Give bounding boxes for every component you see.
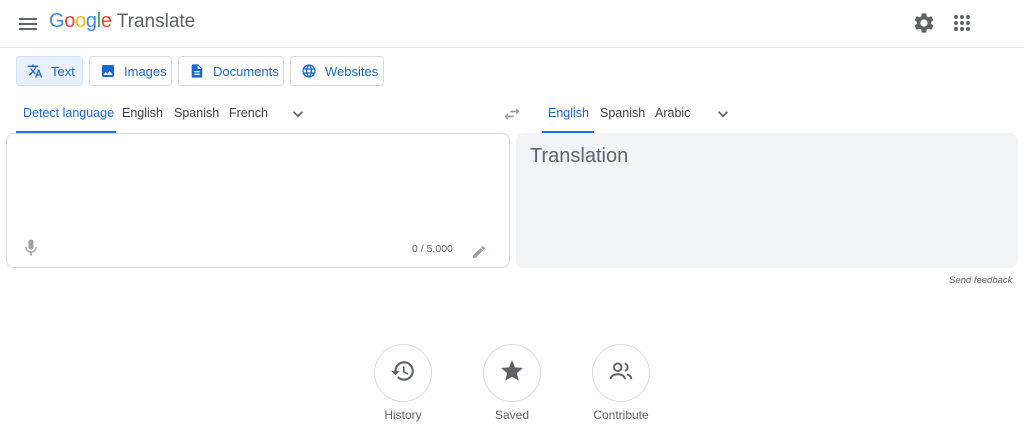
translate-icon [27,63,43,79]
tab-images[interactable]: Images [89,56,172,86]
logo-letter: g [85,10,97,32]
chevron-down-icon[interactable] [288,104,308,124]
app-logo[interactable]: Google Translate [49,10,195,33]
chevron-down-icon[interactable] [713,104,733,124]
logo-letter: e [100,10,112,32]
source-text-input[interactable] [21,144,491,234]
saved-action[interactable]: Saved [482,344,542,422]
apps-grid-icon[interactable] [950,11,974,35]
hamburger-menu-icon[interactable] [16,12,40,36]
people-icon [608,358,634,389]
tab-text[interactable]: Text [16,56,83,86]
app-header: Google Translate [0,0,1024,48]
source-lang-french[interactable]: French [229,106,268,120]
tab-images-label: Images [124,63,167,79]
image-icon [100,63,116,79]
pencil-icon[interactable] [471,244,487,260]
character-counter: 0 / 5,000 [412,243,453,255]
source-lang-english[interactable]: English [122,106,163,120]
target-lang-spanish[interactable]: Spanish [600,106,645,120]
saved-button[interactable] [483,344,541,402]
send-feedback-link[interactable]: Send feedback [949,275,1012,286]
history-icon [390,358,416,389]
saved-label: Saved [494,408,530,422]
translation-placeholder: Translation [530,145,629,167]
swap-languages-icon[interactable] [502,104,522,124]
logo-letter: o [64,10,76,32]
target-lang-arabic[interactable]: Arabic [655,106,690,120]
history-action[interactable]: History [373,344,433,422]
target-panel: Translation [516,133,1018,268]
product-name: Translate [116,11,196,32]
star-icon [499,358,525,389]
tab-websites[interactable]: Websites [290,56,384,86]
contribute-action[interactable]: Contribute [591,344,651,422]
tab-documents-label: Documents [213,63,279,79]
history-button[interactable] [374,344,432,402]
gear-icon[interactable] [912,11,936,35]
source-lang-detect[interactable]: Detect language [23,106,114,120]
globe-icon [301,63,317,79]
logo-letter: o [75,10,86,32]
tab-text-label: Text [51,63,75,79]
logo-letter: G [49,10,65,32]
history-label: History [384,408,422,422]
tab-documents[interactable]: Documents [178,56,284,86]
microphone-icon[interactable] [21,238,41,258]
contribute-label: Contribute [593,408,649,422]
target-lang-english[interactable]: English [548,106,589,120]
google-logo: Google [49,10,112,33]
contribute-button[interactable] [592,344,650,402]
source-panel: 0 / 5,000 [6,133,510,268]
source-lang-spanish[interactable]: Spanish [174,106,219,120]
document-icon [189,63,205,79]
tab-websites-label: Websites [325,63,379,79]
